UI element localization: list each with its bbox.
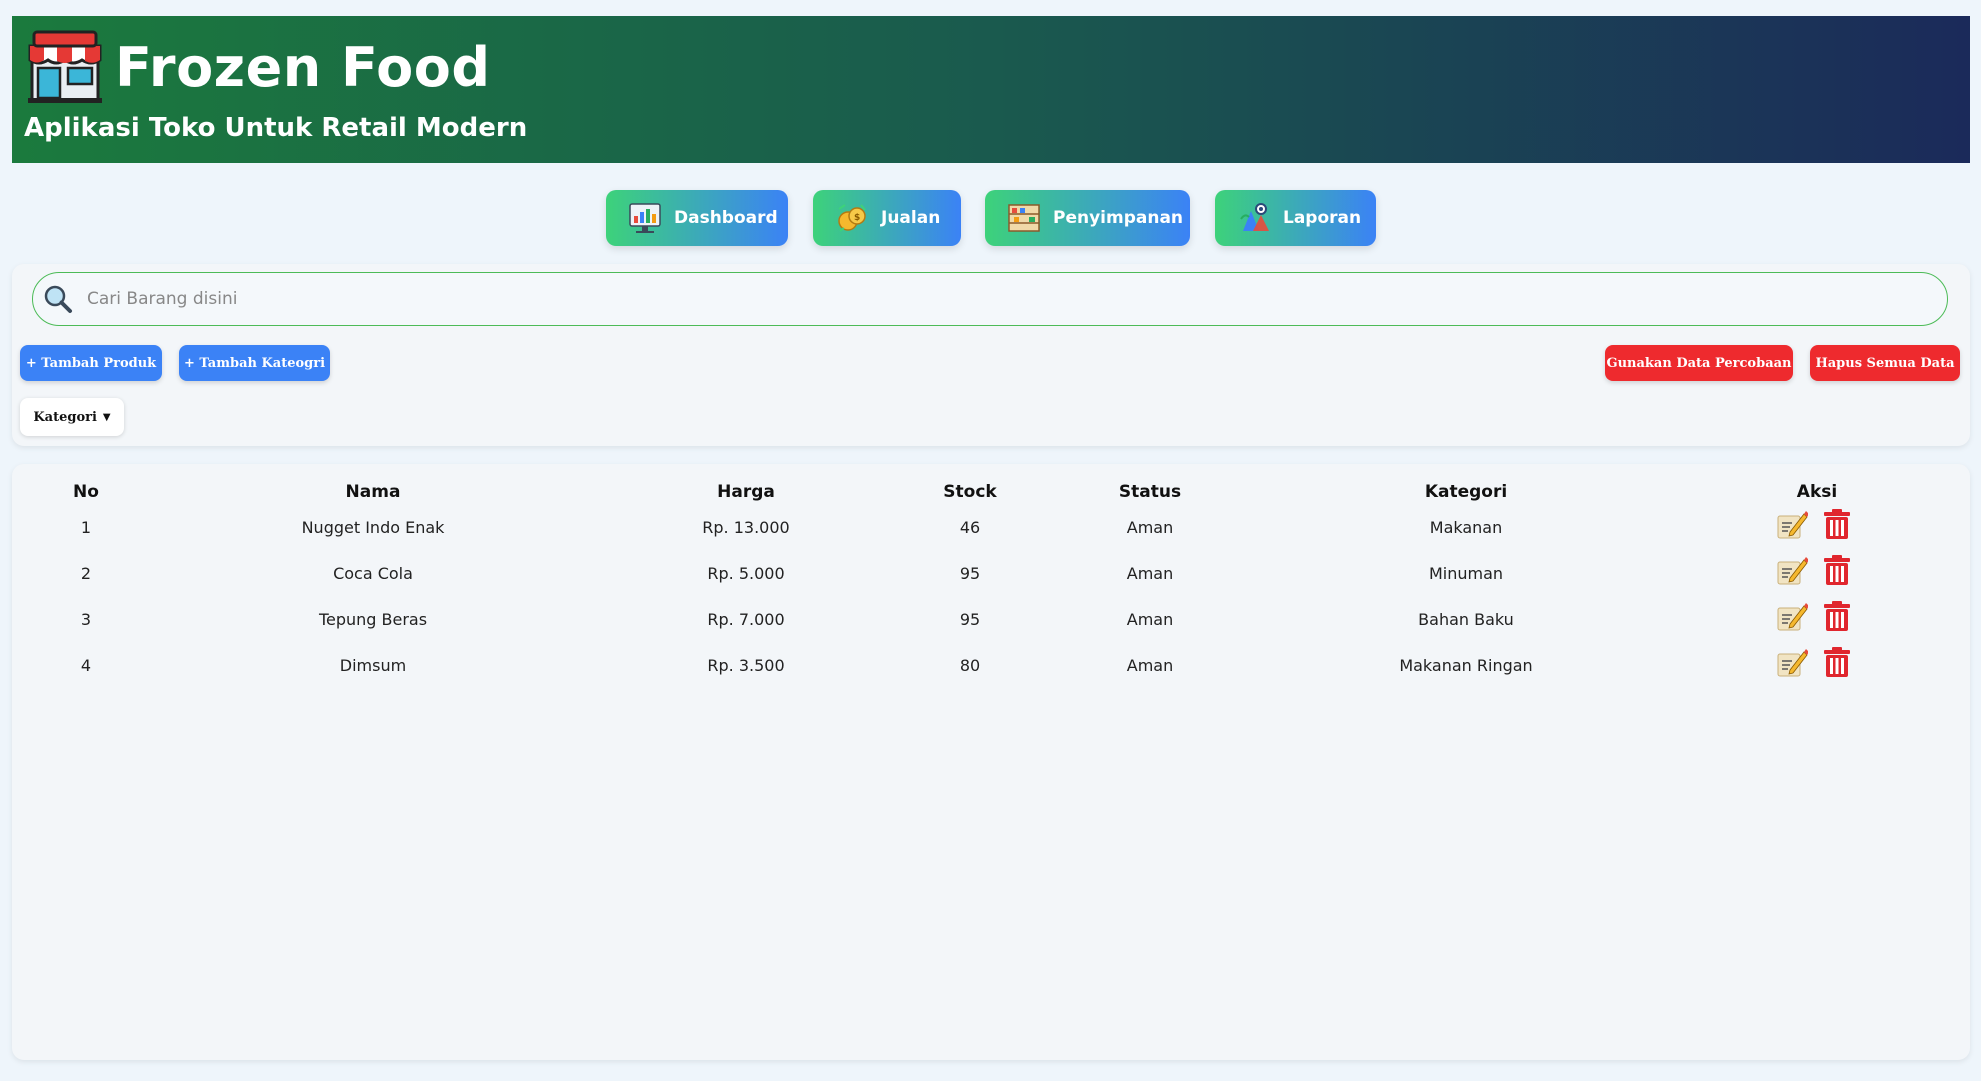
cell-nama: Coca Cola xyxy=(333,564,413,583)
trash-icon[interactable] xyxy=(1821,554,1853,586)
cell-kategori: Makanan xyxy=(1429,518,1503,537)
cell-harga: Rp. 7.000 xyxy=(707,610,785,629)
app-title: Frozen Food xyxy=(115,36,491,99)
store-awning-icon xyxy=(28,30,102,103)
add-product-button[interactable]: + Tambah Produk xyxy=(20,345,162,381)
edit-note-icon[interactable] xyxy=(1776,600,1808,632)
app-subtitle: Aplikasi Toko Untuk Retail Modern xyxy=(24,113,528,143)
report-icon xyxy=(1240,203,1269,231)
cell-harga: Rp. 5.000 xyxy=(707,564,785,583)
search-input[interactable] xyxy=(87,279,1887,319)
nav-penyimpanan-label: Penyimpanan xyxy=(1053,208,1184,228)
shelf-icon xyxy=(1008,204,1040,232)
cell-no: 1 xyxy=(80,518,92,537)
edit-note-icon[interactable] xyxy=(1776,646,1808,678)
col-header-nama: Nama xyxy=(345,482,401,502)
cell-nama: Dimsum xyxy=(339,656,407,675)
cell-harga: Rp. 3.500 xyxy=(707,656,785,675)
col-header-status: Status xyxy=(1118,482,1182,502)
edit-note-icon[interactable] xyxy=(1776,508,1808,540)
cell-status: Aman xyxy=(1126,564,1174,583)
search-icon xyxy=(44,285,72,313)
cell-harga: Rp. 13.000 xyxy=(702,518,790,537)
cell-no: 2 xyxy=(80,564,92,583)
cell-nama: Nugget Indo Enak xyxy=(301,518,445,537)
use-sample-data-button[interactable]: Gunakan Data Percobaan xyxy=(1605,345,1793,381)
cell-status: Aman xyxy=(1126,518,1174,537)
product-table: No Nama Harga Stock Status Kategori Aksi… xyxy=(12,464,1970,1060)
nav-jualan-button[interactable]: $ Jualan xyxy=(813,190,961,246)
cell-stock: 95 xyxy=(959,564,981,583)
category-filter-dropdown[interactable]: Kategori ▼ xyxy=(20,398,124,436)
toolbar-panel: + Tambah Produk + Tambah Kateogri Gunaka… xyxy=(12,264,1970,446)
cell-no: 4 xyxy=(80,656,92,675)
nav-dashboard-label: Dashboard xyxy=(674,208,778,228)
dashboard-chart-icon xyxy=(629,203,661,233)
col-header-aksi: Aksi xyxy=(1796,482,1838,502)
col-header-no: No xyxy=(73,482,99,502)
cell-kategori: Minuman xyxy=(1428,564,1504,583)
cell-stock: 80 xyxy=(959,656,981,675)
app-header: Frozen Food Aplikasi Toko Untuk Retail M… xyxy=(12,16,1970,163)
delete-all-data-button[interactable]: Hapus Semua Data xyxy=(1810,345,1960,381)
category-filter-label: Kategori xyxy=(33,409,97,425)
cell-status: Aman xyxy=(1126,610,1174,629)
nav-penyimpanan-button[interactable]: Penyimpanan xyxy=(985,190,1190,246)
cell-nama: Tepung Beras xyxy=(318,610,428,629)
trash-icon[interactable] xyxy=(1821,508,1853,540)
cell-no: 3 xyxy=(80,610,92,629)
nav-laporan-button[interactable]: Laporan xyxy=(1215,190,1376,246)
cell-stock: 95 xyxy=(959,610,981,629)
col-header-kategori: Kategori xyxy=(1424,482,1508,502)
cell-status: Aman xyxy=(1126,656,1174,675)
nav-jualan-label: Jualan xyxy=(881,208,941,228)
cell-kategori: Bahan Baku xyxy=(1418,610,1514,629)
svg-text:$: $ xyxy=(854,213,860,223)
edit-note-icon[interactable] xyxy=(1776,554,1808,586)
trash-icon[interactable] xyxy=(1821,646,1853,678)
cell-kategori: Makanan Ringan xyxy=(1399,656,1533,675)
cell-stock: 46 xyxy=(959,518,981,537)
money-icon: $ xyxy=(838,204,866,232)
col-header-harga: Harga xyxy=(717,482,775,502)
nav-laporan-label: Laporan xyxy=(1283,208,1362,228)
nav-dashboard-button[interactable]: Dashboard xyxy=(606,190,788,246)
col-header-stock: Stock xyxy=(943,482,997,502)
trash-icon[interactable] xyxy=(1821,600,1853,632)
add-category-button[interactable]: + Tambah Kateogri xyxy=(179,345,330,381)
chevron-down-icon: ▼ xyxy=(102,411,111,423)
search-bar[interactable] xyxy=(32,272,1948,326)
